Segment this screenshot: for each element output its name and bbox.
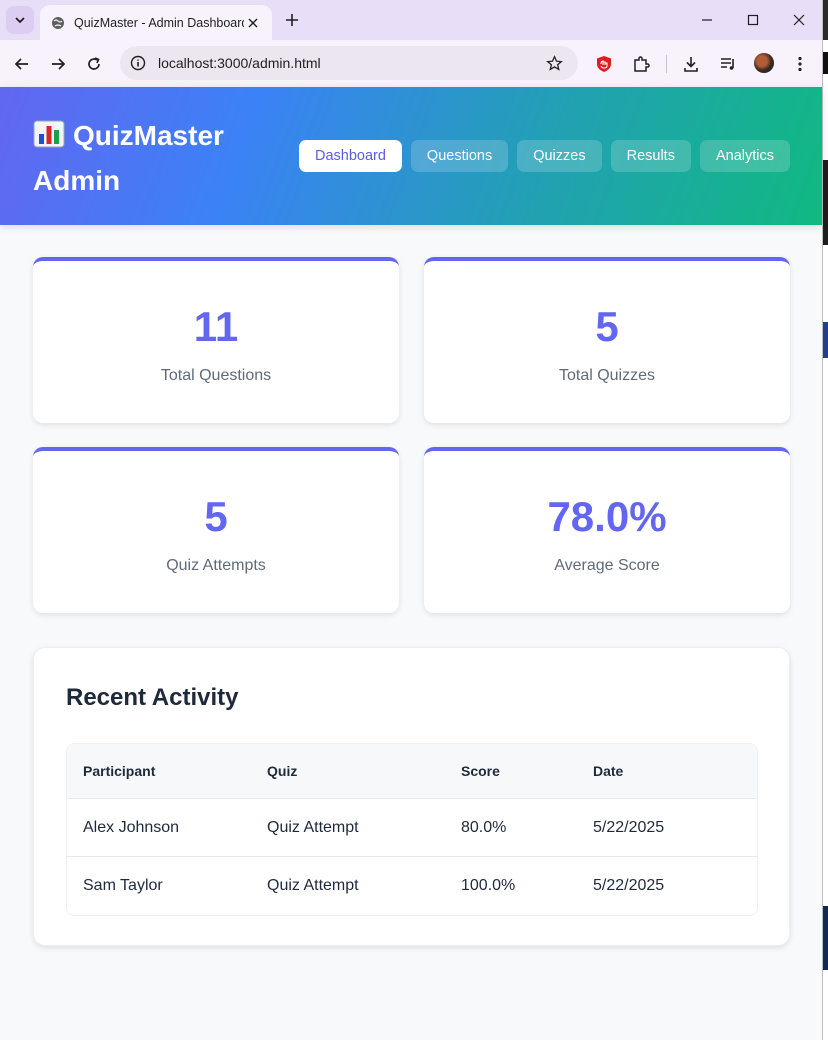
browser-tabstrip: QuizMaster - Admin Dashboard [0, 0, 822, 40]
close-window-icon[interactable] [787, 8, 811, 32]
column-header-date: Date [593, 763, 624, 779]
stat-label: Total Quizzes [558, 367, 656, 384]
stat-value: 5 [204, 493, 228, 540]
main-nav: Dashboard Questions Quizzes Results Anal… [298, 140, 790, 172]
app-header: QuizMaster Admin Dashboard Questions Qui… [0, 87, 822, 225]
column-header-score: Score [461, 763, 500, 779]
cell-date: 5/22/2025 [593, 818, 665, 836]
ublock-extension-icon[interactable] [591, 51, 617, 77]
brand-title: QuizMaster Admin [33, 113, 273, 203]
nav-results[interactable]: Results [610, 140, 691, 172]
extensions-puzzle-icon[interactable] [628, 51, 654, 77]
activity-table: Participant Quiz Score Date Alex Johnson… [66, 743, 758, 916]
download-icon[interactable] [678, 51, 704, 77]
back-arrow-icon[interactable] [9, 51, 35, 77]
nav-analytics[interactable]: Analytics [699, 140, 790, 172]
cell-participant: Alex Johnson [83, 818, 180, 836]
stat-value: 78.0% [547, 493, 667, 540]
stat-label: Total Questions [160, 367, 272, 384]
reload-icon[interactable] [81, 51, 107, 77]
table-row: Sam Taylor Quiz Attempt 100.0% 5/22/2025 [67, 857, 757, 915]
table-header-row: Participant Quiz Score Date [67, 744, 757, 799]
adjacent-window-edge [822, 0, 828, 1040]
cell-score: 80.0% [461, 818, 507, 836]
toolbar-separator [666, 55, 667, 73]
profile-avatar[interactable] [754, 53, 774, 73]
tab-title: QuizMaster - Admin Dashboard [74, 15, 244, 30]
chevron-down-icon [15, 17, 25, 24]
cell-quiz: Quiz Attempt [267, 877, 359, 894]
nav-dashboard[interactable]: Dashboard [298, 140, 402, 172]
minimize-icon[interactable] [695, 8, 719, 32]
nav-quizzes[interactable]: Quizzes [517, 140, 602, 172]
media-control-icon[interactable] [715, 51, 741, 77]
bookmark-star-icon[interactable] [544, 53, 564, 73]
recent-activity-panel: Recent Activity Participant Quiz Score D… [33, 647, 790, 946]
stat-value: 5 [595, 303, 619, 350]
brand-name: QuizMaster [73, 120, 224, 151]
cell-quiz: Quiz Attempt [267, 818, 359, 836]
stat-card-total-questions: 11 Total Questions [33, 257, 399, 423]
site-info-icon[interactable] [129, 54, 147, 72]
cell-score: 100.0% [461, 877, 516, 894]
table-row: Alex Johnson Quiz Attempt 80.0% 5/22/202… [67, 799, 757, 857]
stat-value: 11 [193, 303, 239, 350]
cell-participant: Sam Taylor [83, 877, 163, 894]
more-menu-icon[interactable] [787, 51, 813, 77]
maximize-icon[interactable] [741, 8, 765, 32]
stat-label: Average Score [554, 557, 660, 574]
stat-card-average-score: 78.0% Average Score [424, 447, 790, 613]
nav-questions[interactable]: Questions [410, 140, 509, 172]
forward-arrow-icon[interactable] [45, 51, 71, 77]
browser-tab-active[interactable]: QuizMaster - Admin Dashboard [40, 5, 272, 40]
column-header-quiz: Quiz [267, 763, 298, 779]
browser-toolbar: localhost:3000/admin.html [0, 40, 822, 87]
stat-card-total-quizzes: 5 Total Quizzes [424, 257, 790, 423]
section-title: Recent Activity [66, 684, 239, 711]
tab-close-icon[interactable] [244, 14, 262, 32]
new-tab-icon[interactable] [282, 10, 302, 30]
url-text[interactable]: localhost:3000/admin.html [158, 55, 544, 71]
cell-date: 5/22/2025 [593, 877, 665, 894]
tab-search-button[interactable] [6, 6, 34, 34]
brand-subtitle: Admin [33, 165, 121, 196]
column-header-participant: Participant [83, 763, 156, 779]
stat-card-quiz-attempts: 5 Quiz Attempts [33, 447, 399, 613]
stat-label: Quiz Attempts [166, 557, 266, 574]
address-bar[interactable]: localhost:3000/admin.html [120, 46, 578, 80]
globe-icon [50, 15, 66, 31]
bar-chart-icon [33, 116, 65, 148]
